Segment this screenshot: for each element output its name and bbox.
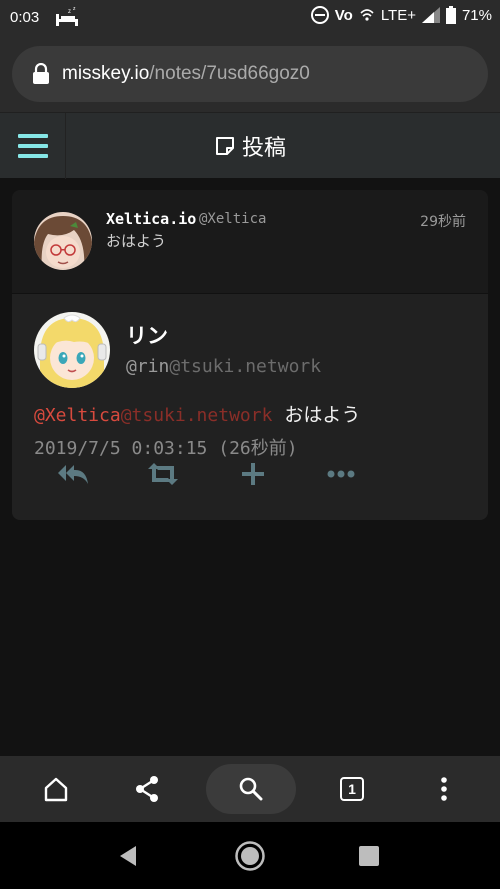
renote-button[interactable] bbox=[138, 454, 188, 494]
status-bar: 0:03 z z Vo LTE+ 71% bbox=[0, 0, 500, 36]
svg-text:z: z bbox=[68, 9, 71, 15]
signal-icon bbox=[421, 7, 440, 23]
system-nav-bar bbox=[0, 822, 500, 889]
reply-author-username[interactable]: @Xeltica bbox=[199, 211, 266, 227]
tabs-button[interactable]: 1 bbox=[324, 756, 380, 822]
avatar-illustration-icon bbox=[34, 212, 92, 270]
note-icon bbox=[215, 137, 234, 155]
home-icon bbox=[44, 777, 68, 802]
main-author-username[interactable]: @rin@tsuki.network bbox=[126, 356, 321, 377]
more-horizontal-icon bbox=[327, 470, 355, 478]
network-label: LTE+ bbox=[380, 6, 416, 24]
username-user: @rin bbox=[126, 356, 170, 377]
url-bar[interactable]: misskey.io/notes/7usd66goz0 bbox=[12, 46, 488, 102]
more-button[interactable] bbox=[316, 454, 366, 494]
main-note: リン @rin@tsuki.network @Xeltica@tsuki.net… bbox=[12, 294, 488, 520]
mention-host: @tsuki.network bbox=[120, 405, 273, 426]
nav-recents-button[interactable] bbox=[347, 834, 391, 878]
lock-icon bbox=[33, 63, 49, 84]
reply-author-name[interactable]: Xeltica.io bbox=[106, 210, 196, 228]
svg-text:z: z bbox=[73, 6, 76, 12]
browser-url-area: misskey.io/notes/7usd66goz0 bbox=[0, 36, 500, 112]
do-not-disturb-icon bbox=[310, 6, 329, 24]
note-actions bbox=[34, 454, 434, 494]
volte-label: Vo bbox=[334, 6, 353, 24]
home-circle-icon bbox=[235, 841, 265, 871]
renote-icon bbox=[148, 463, 178, 485]
overflow-menu-button[interactable] bbox=[416, 756, 472, 822]
mention-user: @Xeltica bbox=[34, 405, 121, 426]
back-triangle-icon bbox=[120, 846, 136, 866]
recents-square-icon bbox=[359, 846, 379, 866]
main-note-body: おはよう bbox=[284, 404, 361, 426]
username-host: @tsuki.network bbox=[169, 356, 322, 377]
url-text: misskey.io/notes/7usd66goz0 bbox=[62, 63, 310, 85]
sleep-icon: z z bbox=[56, 6, 78, 26]
main-note-text: @Xeltica@tsuki.network おはよう bbox=[34, 400, 360, 427]
reply-all-icon bbox=[58, 465, 88, 484]
reply-timestamp[interactable]: 29秒前 bbox=[420, 211, 466, 231]
avatar-illustration-icon bbox=[34, 312, 110, 388]
nav-back-button[interactable] bbox=[106, 834, 150, 878]
main-avatar[interactable] bbox=[34, 312, 110, 388]
share-icon bbox=[136, 776, 158, 802]
share-button[interactable] bbox=[119, 756, 175, 822]
reply-note[interactable]: Xeltica.io @Xeltica 29秒前 おはよう bbox=[12, 190, 488, 294]
header-title: 投稿 bbox=[241, 136, 286, 161]
wifi-calling-icon bbox=[360, 9, 374, 21]
mention-link[interactable]: @Xeltica@tsuki.network bbox=[34, 405, 272, 426]
main-author-name[interactable]: リン bbox=[126, 320, 168, 350]
plus-icon bbox=[242, 463, 264, 485]
browser-bottom-toolbar: 1 bbox=[0, 756, 500, 822]
reply-avatar[interactable] bbox=[34, 212, 92, 270]
battery-percent: 71% bbox=[461, 6, 492, 24]
status-time: 0:03 bbox=[10, 9, 40, 26]
nav-home-button[interactable] bbox=[228, 834, 272, 878]
search-icon bbox=[239, 777, 263, 801]
page-title: 投稿 bbox=[0, 113, 500, 179]
reply-text: おはよう bbox=[106, 232, 167, 250]
home-button[interactable] bbox=[28, 756, 84, 822]
search-button[interactable] bbox=[206, 764, 296, 814]
url-host: misskey.io bbox=[62, 63, 150, 84]
reply-button[interactable] bbox=[48, 454, 98, 494]
battery-icon bbox=[445, 6, 456, 24]
more-vertical-icon bbox=[441, 777, 447, 801]
app-header: 投稿 bbox=[0, 112, 500, 179]
note-card: Xeltica.io @Xeltica 29秒前 おはよう リン @rin@ts… bbox=[12, 190, 488, 520]
url-path: /notes/7usd66goz0 bbox=[149, 63, 310, 84]
reaction-button[interactable] bbox=[228, 454, 278, 494]
tab-count-badge: 1 bbox=[340, 777, 364, 801]
